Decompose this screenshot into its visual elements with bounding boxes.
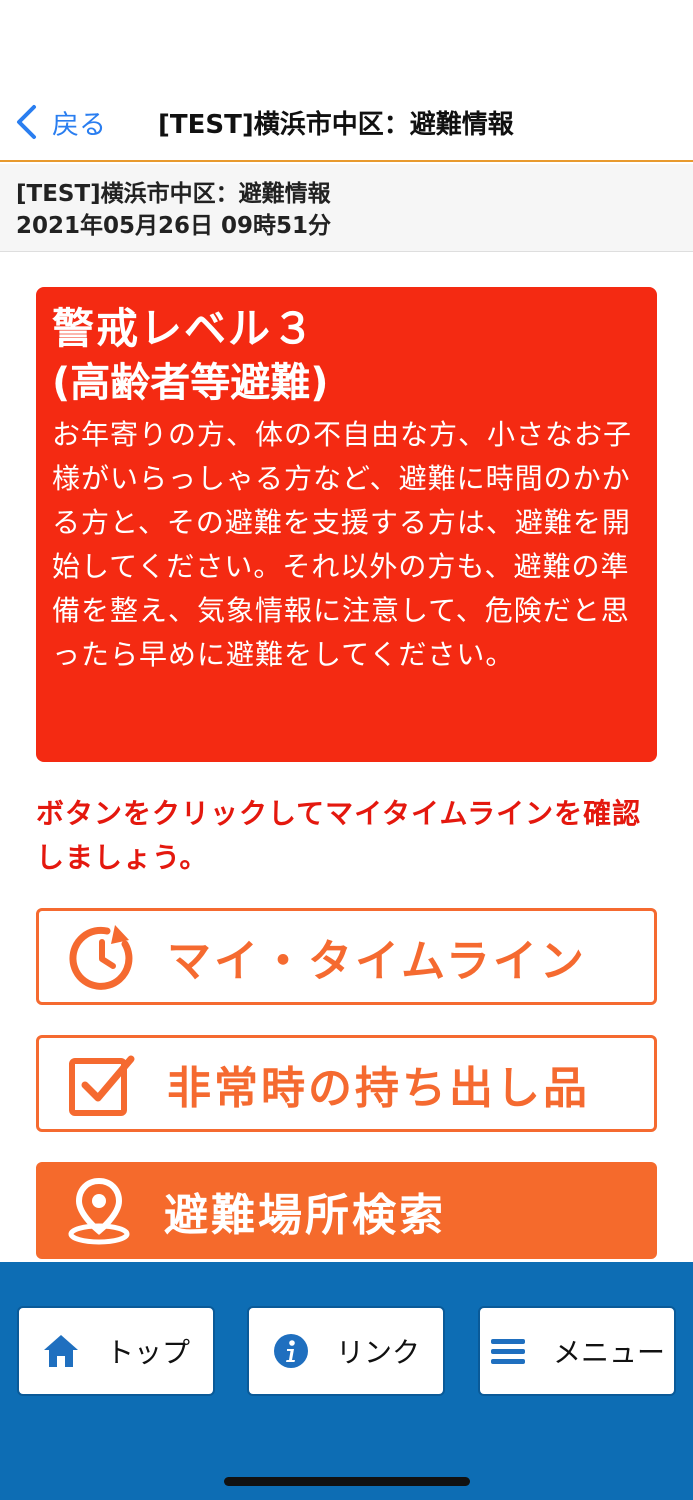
chevron-left-icon	[17, 105, 36, 139]
my-timeline-label: マイ・タイムライン	[167, 935, 587, 987]
link-label: リンク	[335, 1336, 420, 1369]
navigation-bar: 戻る [TEST]横浜市中区：避難情報	[0, 82, 693, 162]
link-button[interactable]: リンク	[247, 1306, 445, 1396]
hamburger-icon	[490, 1339, 525, 1364]
shelter-search-button[interactable]: 避難場所検索	[36, 1162, 657, 1259]
menu-label: メニュー	[552, 1336, 665, 1369]
back-label: 戻る	[52, 109, 106, 141]
top-button[interactable]: トップ	[17, 1306, 215, 1396]
menu-button[interactable]: メニュー	[478, 1306, 676, 1396]
info-datetime: 2021年05月26日 09時51分	[16, 213, 332, 239]
screen: 戻る [TEST]横浜市中区：避難情報 [TEST]横浜市中区：避難情報 202…	[0, 0, 693, 1500]
home-icon	[43, 1335, 78, 1367]
info-icon	[273, 1334, 308, 1368]
info-header: [TEST]横浜市中区：避難情報 2021年05月26日 09時51分	[0, 164, 693, 252]
instruction-text: ボタンをクリックしてマイタイムラインを確認しましょう。	[36, 797, 642, 874]
shelter-search-label: 避難場所検索	[164, 1189, 446, 1241]
my-timeline-button[interactable]: マイ・タイムライン	[36, 908, 657, 1005]
checkbox-icon	[69, 1055, 135, 1116]
alert-level: 警戒レベル３	[52, 304, 317, 353]
timeline-icon	[69, 924, 133, 990]
alert-subtitle: (高齢者等避難)	[52, 360, 329, 406]
alert-box: 警戒レベル３ (高齢者等避難) お年寄りの方、体の不自由な方、小さなお子様がいら…	[36, 287, 657, 762]
emergency-items-label: 非常時の持ち出し品	[167, 1062, 590, 1114]
location-pin-icon	[68, 1177, 130, 1244]
back-button[interactable]: 戻る	[14, 102, 106, 142]
emergency-items-button[interactable]: 非常時の持ち出し品	[36, 1035, 657, 1132]
alert-body: お年寄りの方、体の不自由な方、小さなお子様がいらっしゃる方など、避難に時間のかか…	[52, 418, 633, 671]
bottom-navigation: トップ リンク メニュー	[0, 1262, 693, 1500]
nav-title: [TEST]横浜市中区：避難情報	[158, 110, 514, 140]
info-title: [TEST]横浜市中区：避難情報	[16, 181, 331, 207]
top-label: トップ	[105, 1336, 190, 1369]
home-indicator	[224, 1477, 470, 1486]
